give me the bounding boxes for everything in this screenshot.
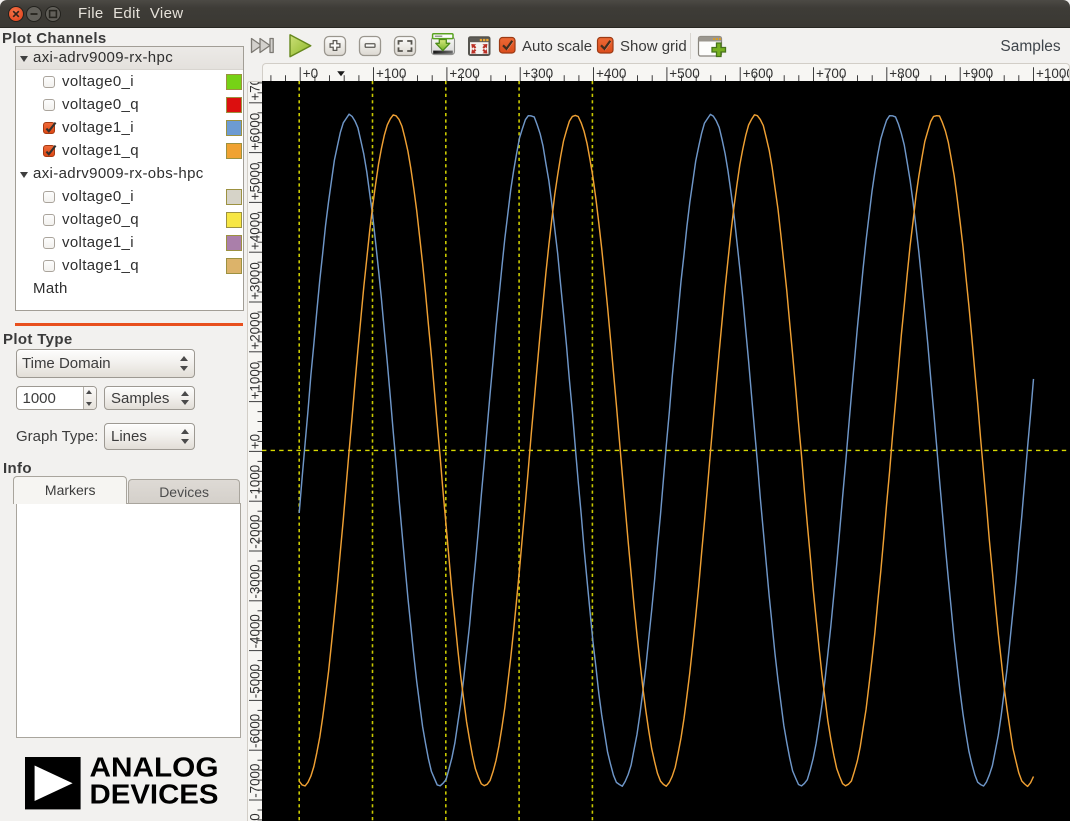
svg-text:-6000: -6000 — [248, 714, 262, 748]
svg-text:+400: +400 — [596, 66, 626, 81]
svg-text:-7000: -7000 — [248, 764, 262, 798]
svg-text:+900: +900 — [963, 66, 993, 81]
svg-text:Samples: Samples — [1000, 38, 1061, 55]
svg-text:+0: +0 — [248, 434, 262, 449]
svg-text:+0: +0 — [303, 66, 318, 81]
svg-text:+200: +200 — [449, 66, 479, 81]
svg-text:+100: +100 — [376, 66, 406, 81]
svg-text:+5000: +5000 — [248, 163, 262, 201]
svg-text:-8000: -8000 — [248, 813, 262, 821]
svg-text:-3000: -3000 — [248, 564, 262, 598]
svg-text:+600: +600 — [743, 66, 773, 81]
svg-text:+4000: +4000 — [248, 212, 262, 250]
svg-text:Auto scale: Auto scale — [522, 38, 592, 55]
svg-text:+2000: +2000 — [248, 312, 262, 350]
svg-text:+7000: +7000 — [248, 82, 262, 101]
svg-text:-2000: -2000 — [248, 515, 262, 549]
svg-text:DEVICES: DEVICES — [90, 779, 219, 810]
svg-text:-4000: -4000 — [248, 614, 262, 648]
svg-text:+3000: +3000 — [248, 262, 262, 300]
svg-text:+800: +800 — [889, 66, 919, 81]
svg-text:+1000: +1000 — [248, 362, 262, 400]
svg-text:+300: +300 — [523, 66, 553, 81]
svg-text:-1000: -1000 — [248, 465, 262, 499]
svg-text:+6000: +6000 — [248, 113, 262, 151]
svg-text:+1000: +1000 — [1036, 66, 1069, 81]
svg-text:+500: +500 — [669, 66, 699, 81]
svg-text:+700: +700 — [816, 66, 846, 81]
svg-text:Show grid: Show grid — [620, 38, 687, 55]
svg-text:-5000: -5000 — [248, 664, 262, 698]
